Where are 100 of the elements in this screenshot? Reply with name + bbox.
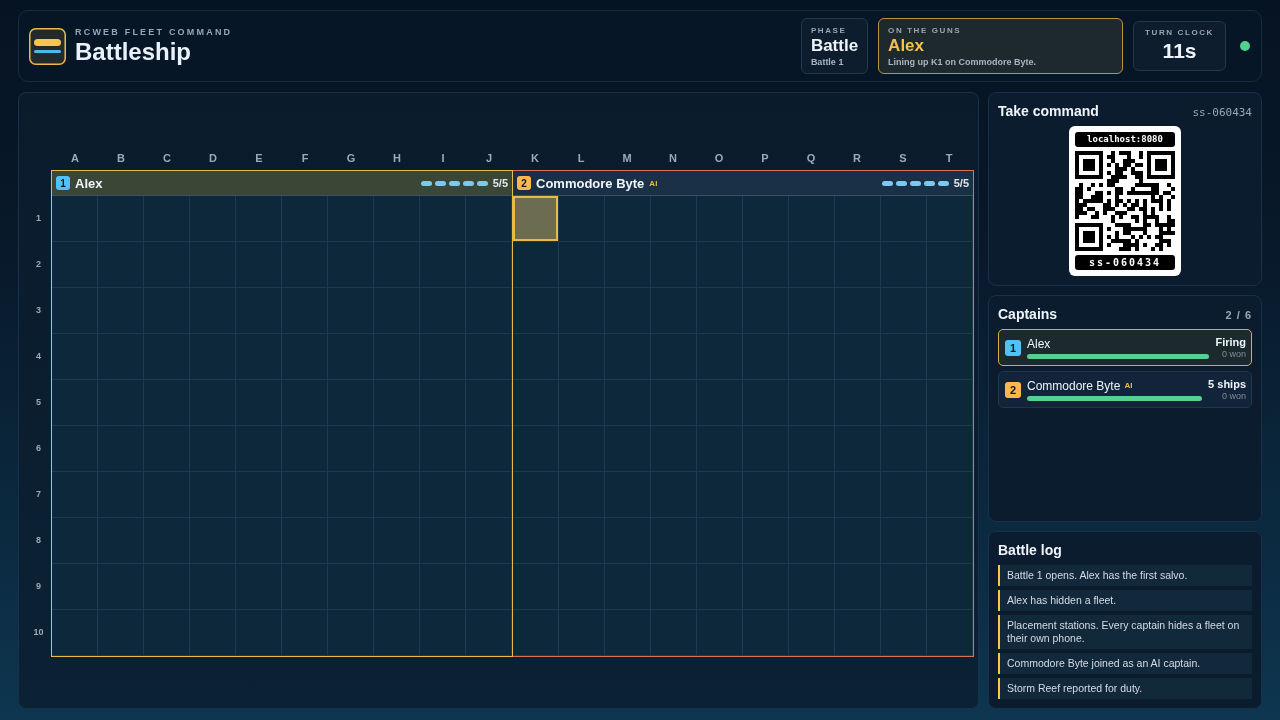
- grid-cell[interactable]: [52, 518, 98, 564]
- column-label: F: [300, 151, 310, 165]
- grid-cell[interactable]: [466, 196, 512, 242]
- host-label: localhost:8080: [1075, 132, 1175, 147]
- row-label: 9: [35, 580, 42, 593]
- grid-cell[interactable]: [559, 242, 605, 288]
- grid-cell[interactable]: [789, 196, 835, 242]
- grid-cell[interactable]: [927, 288, 973, 334]
- grid-cell[interactable]: [513, 564, 559, 610]
- ship-count: 5/5: [492, 177, 508, 189]
- logo-icon: [29, 27, 66, 65]
- grid-cell[interactable]: [927, 380, 973, 426]
- grid-cell[interactable]: [927, 472, 973, 518]
- ai-tag: AI: [649, 178, 658, 188]
- grid-cell[interactable]: [927, 242, 973, 288]
- grid-cell[interactable]: [559, 610, 605, 656]
- grid-cell[interactable]: [513, 196, 559, 242]
- grid-cell[interactable]: [513, 380, 559, 426]
- grid-cell[interactable]: [466, 380, 512, 426]
- grid-cell[interactable]: [513, 288, 559, 334]
- log-entry: Placement stations. Every captain hides a fleet on their own phone.: [998, 615, 1252, 649]
- grid-cell[interactable]: [52, 242, 98, 288]
- grid-cell[interactable]: [282, 610, 328, 656]
- grid-cell[interactable]: [236, 610, 282, 656]
- turn-player: Alex: [888, 36, 926, 56]
- grid-cell[interactable]: [328, 610, 374, 656]
- grid-cell[interactable]: [236, 196, 282, 242]
- log-entry: Commodore Byte joined as an AI captain.: [998, 653, 1252, 674]
- grid-cell[interactable]: [835, 610, 881, 656]
- grid-cell[interactable]: [52, 288, 98, 334]
- fleet-name: Commodore Byte: [536, 175, 645, 191]
- grid-cell[interactable]: [52, 426, 98, 472]
- grid-cell[interactable]: [420, 610, 466, 656]
- grid-cell[interactable]: [52, 334, 98, 380]
- grid-cell[interactable]: [190, 196, 236, 242]
- grid-cell[interactable]: [697, 610, 743, 656]
- captain-name: Commodore Byte: [1027, 378, 1121, 393]
- grid-cell[interactable]: [374, 196, 420, 242]
- grid-cell[interactable]: [52, 380, 98, 426]
- grid-cell[interactable]: [927, 334, 973, 380]
- turn-detail: Lining up K1 on Commodore Byte.: [888, 56, 1038, 69]
- grid-cell[interactable]: [466, 472, 512, 518]
- grid-cell[interactable]: [881, 196, 927, 242]
- grid-cell[interactable]: [513, 242, 559, 288]
- grid-cell[interactable]: [466, 564, 512, 610]
- grid-cell[interactable]: [743, 196, 789, 242]
- grid-cell[interactable]: [513, 472, 559, 518]
- grid-cell[interactable]: [927, 610, 973, 656]
- room-code-label: ss-060434: [1075, 255, 1175, 270]
- player-number-badge: 1: [1005, 339, 1021, 356]
- grid-cell[interactable]: [927, 564, 973, 610]
- grid-cell[interactable]: [513, 334, 559, 380]
- grid-cell[interactable]: [144, 610, 190, 656]
- grid-cell[interactable]: [605, 196, 651, 242]
- grid-cell[interactable]: [651, 196, 697, 242]
- grid-cell[interactable]: [559, 196, 605, 242]
- grid-cell[interactable]: [144, 196, 190, 242]
- grid-cell[interactable]: [98, 196, 144, 242]
- grid-cell[interactable]: [282, 196, 328, 242]
- captain-count: 2 / 6: [1225, 309, 1252, 321]
- grid-cell[interactable]: [466, 334, 512, 380]
- grid-cell[interactable]: [98, 610, 144, 656]
- grid-cell[interactable]: [466, 518, 512, 564]
- row-label: 4: [35, 350, 42, 363]
- grid-cell[interactable]: [466, 426, 512, 472]
- grid-cell[interactable]: [52, 472, 98, 518]
- grid-cell[interactable]: [697, 196, 743, 242]
- column-label: D: [208, 151, 218, 165]
- grid-cell[interactable]: [466, 288, 512, 334]
- grid-cell[interactable]: [420, 196, 466, 242]
- grid-cell[interactable]: [927, 426, 973, 472]
- ai-tag: AI: [1124, 381, 1133, 390]
- grid-cell[interactable]: [927, 518, 973, 564]
- column-label: O: [713, 151, 725, 165]
- grid-cell[interactable]: [927, 196, 973, 242]
- captain-wins: 0 won: [1221, 391, 1246, 402]
- grid-cell[interactable]: [52, 610, 98, 656]
- grid-cell[interactable]: [881, 610, 927, 656]
- column-label: H: [392, 151, 402, 165]
- grid-cell[interactable]: [466, 242, 512, 288]
- log-entry: Battle 1 opens. Alex has the first salvo.: [998, 565, 1252, 586]
- grid-cell[interactable]: [466, 610, 512, 656]
- grid-cell[interactable]: [789, 610, 835, 656]
- grid-cell[interactable]: [605, 610, 651, 656]
- grid-cell[interactable]: [743, 610, 789, 656]
- grid-cell[interactable]: [52, 196, 98, 242]
- column-label: L: [576, 151, 586, 165]
- grid-cell[interactable]: [513, 518, 559, 564]
- grid-cell[interactable]: [328, 196, 374, 242]
- grid-cell[interactable]: [374, 610, 420, 656]
- captain-status: Firing: [1215, 335, 1246, 349]
- grid-cell[interactable]: [835, 196, 881, 242]
- log-entry: Alex has hidden a fleet.: [998, 590, 1252, 611]
- grid-cell[interactable]: [651, 610, 697, 656]
- grid-cell[interactable]: [52, 564, 98, 610]
- grid-cell[interactable]: [513, 426, 559, 472]
- grid-cell[interactable]: [190, 610, 236, 656]
- column-label: N: [668, 151, 678, 165]
- grid-cell[interactable]: [513, 610, 559, 656]
- column-label: B: [116, 151, 126, 165]
